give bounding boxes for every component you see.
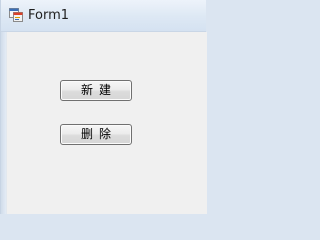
window-title: Form1 [28,8,70,23]
delete-button[interactable]: 删除 [60,124,132,145]
form1-window: Form1 新建 删除 [0,0,207,214]
new-button[interactable]: 新建 [60,80,132,101]
title-bar[interactable]: Form1 [1,0,206,32]
form-client-area [6,32,207,214]
winforms-app-icon [9,8,23,22]
